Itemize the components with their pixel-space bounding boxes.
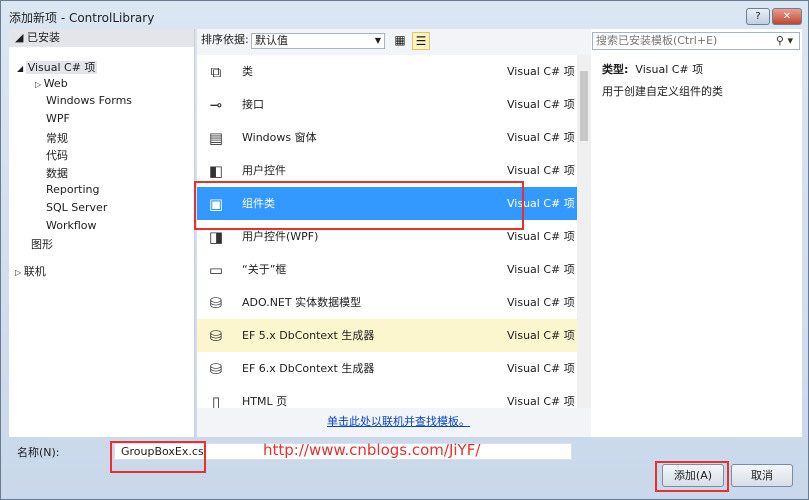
highlight-box — [110, 441, 206, 473]
interface-icon: ⊸ — [209, 96, 223, 114]
data-model-icon: ⛁ — [209, 294, 223, 312]
template-type: Visual C# 项 — [507, 131, 575, 144]
tree-item-label: Visual C# 项 — [25, 61, 98, 74]
template-type: Visual C# 项 — [507, 329, 575, 342]
tree-item-label: 图形 — [31, 238, 53, 251]
close-button[interactable]: ✕ — [772, 8, 802, 25]
tree-item[interactable]: Windows Forms — [46, 94, 132, 107]
template-type: Visual C# 项 — [507, 263, 575, 276]
form-icon: ▤ — [208, 129, 224, 147]
template-name: EF 5.x DbContext 生成器 — [242, 329, 375, 342]
online-templates-link[interactable]: 单击此处以联机并查找模板。 — [327, 413, 470, 429]
expander-icon[interactable]: ◢ — [17, 64, 26, 73]
scrollbar-thumb[interactable] — [580, 71, 588, 141]
template-name: ADO.NET 实体数据模型 — [242, 296, 362, 309]
installed-header[interactable]: ◢ 已安装 — [9, 29, 194, 47]
category-panel: ◢ 已安装 ◢ Visual C# 项 ▷ Web Windows Forms WPF… — [9, 29, 195, 437]
template-item[interactable]: ⛁ EF 6.x DbContext 生成器 Visual C# 项 — [197, 352, 577, 385]
template-item[interactable]: ▯ HTML 页 Visual C# 项 — [197, 385, 577, 408]
toolbar: 排序依据: 默认值 ▼ ▦ ☰ — [197, 29, 591, 51]
tree-item-label: Windows Forms — [46, 94, 133, 107]
scrollbar[interactable] — [577, 55, 591, 408]
tree-item[interactable]: ▷ 联机 — [15, 263, 46, 279]
search-icon[interactable]: ⚲ ▾ — [776, 33, 793, 49]
user-control-icon: ◧ — [208, 162, 224, 180]
template-item[interactable]: ⛁ EF 5.x DbContext 生成器 Visual C# 项 — [197, 319, 577, 352]
tree-item[interactable]: SQL Server — [46, 201, 107, 214]
installed-label: 已安装 — [26, 31, 60, 44]
tree-item-label: SQL Server — [46, 201, 108, 214]
template-item[interactable]: ▤ Windows 窗体 Visual C# 项 — [197, 121, 577, 154]
watermark: http://www.cnblogs.com/JiYF/ — [263, 441, 481, 459]
name-label: 名称(N): — [17, 446, 60, 459]
tree-item[interactable]: 代码 — [46, 147, 68, 163]
template-name: EF 6.x DbContext 生成器 — [242, 362, 375, 375]
tree-item[interactable]: Reporting — [46, 183, 99, 196]
tree-item[interactable]: ▷ Web — [35, 77, 68, 90]
type-label: 类型: — [602, 63, 629, 76]
tree-item[interactable]: 图形 — [31, 236, 53, 252]
expander-icon[interactable]: ▷ — [15, 268, 24, 277]
tree-item-label: WPF — [46, 112, 70, 125]
template-item[interactable]: ▭ “关于”框 Visual C# 项 — [197, 253, 577, 286]
template-type: Visual C# 项 — [507, 395, 575, 408]
template-name: 接口 — [242, 98, 264, 111]
tree-item[interactable]: Workflow — [46, 219, 97, 232]
template-type: Visual C# 项 — [507, 65, 575, 78]
sort-value: 默认值 — [255, 34, 288, 47]
help-button[interactable]: ? — [746, 8, 770, 25]
template-panel: 排序依据: 默认值 ▼ ▦ ☰ ⧉ 类 Visual C# 项 ⊸ 接口 Visual C#… — [197, 29, 591, 437]
tree-item-label: 代码 — [46, 149, 68, 162]
sort-dropdown[interactable]: 默认值 ▼ — [251, 33, 385, 49]
list-view-icon[interactable]: ☰ — [412, 32, 430, 50]
template-name: 类 — [242, 65, 253, 78]
data-model-icon: ⛁ — [209, 327, 223, 345]
about-box-icon: ▭ — [208, 261, 224, 279]
type-value: Visual C# 项 — [635, 63, 704, 76]
tree-item-label: 联机 — [23, 265, 46, 278]
template-item[interactable]: ⧉ 类 Visual C# 项 — [197, 55, 577, 88]
expander-icon[interactable]: ▷ — [35, 80, 44, 89]
sort-label: 排序依据: — [201, 33, 249, 46]
highlight-box — [655, 461, 729, 492]
template-type: Visual C# 项 — [507, 98, 575, 111]
tree-item[interactable]: WPF — [46, 112, 70, 125]
details-panel: 搜索已安装模板(Ctrl+E) ⚲ ▾ 类型: Visual C# 项 用于创建自… — [591, 29, 802, 437]
template-type: Visual C# 项 — [507, 296, 575, 309]
chevron-down-icon: ▼ — [374, 36, 381, 45]
add-new-item-dialog: 添加新项 - ControlLibrary ? ✕ ◢ 已安装 ◢ Visual… — [0, 0, 809, 500]
template-item[interactable]: ⊸ 接口 Visual C# 项 — [197, 88, 577, 121]
small-icons-view-icon[interactable]: ▦ — [391, 32, 409, 50]
template-list: ⧉ 类 Visual C# 项 ⊸ 接口 Visual C# 项 ▤ Windows 窗体 Vi… — [197, 55, 577, 408]
template-type: Visual C# 项 — [507, 362, 575, 375]
data-model-icon: ⛁ — [209, 360, 223, 378]
tree-item-label: 数据 — [46, 167, 68, 180]
highlight-box — [194, 181, 524, 230]
window-title: 添加新项 - ControlLibrary — [9, 11, 155, 25]
tree-item-label: Web — [43, 77, 68, 90]
template-name: Windows 窗体 — [242, 131, 317, 144]
page-icon: ▯ — [211, 393, 221, 408]
class-icon: ⧉ — [210, 63, 222, 81]
tree-item[interactable]: 数据 — [46, 165, 68, 181]
description: 用于创建自定义组件的类 — [602, 85, 723, 98]
tree-item-label: Reporting — [46, 183, 100, 196]
tree-item-label: Workflow — [46, 219, 97, 232]
tree-item[interactable]: ◢ Visual C# 项 — [17, 59, 98, 75]
tree-item[interactable]: 常规 — [46, 130, 68, 146]
template-item[interactable]: ⛁ ADO.NET 实体数据模型 Visual C# 项 — [197, 286, 577, 319]
tree-item-label: 常规 — [46, 132, 68, 145]
cancel-button[interactable]: 取消 — [731, 464, 793, 487]
search-placeholder: 搜索已安装模板(Ctrl+E) — [596, 34, 718, 47]
template-name: HTML 页 — [242, 395, 288, 408]
search-input[interactable]: 搜索已安装模板(Ctrl+E) ⚲ ▾ — [592, 32, 800, 50]
template-name: “关于”框 — [242, 263, 287, 276]
